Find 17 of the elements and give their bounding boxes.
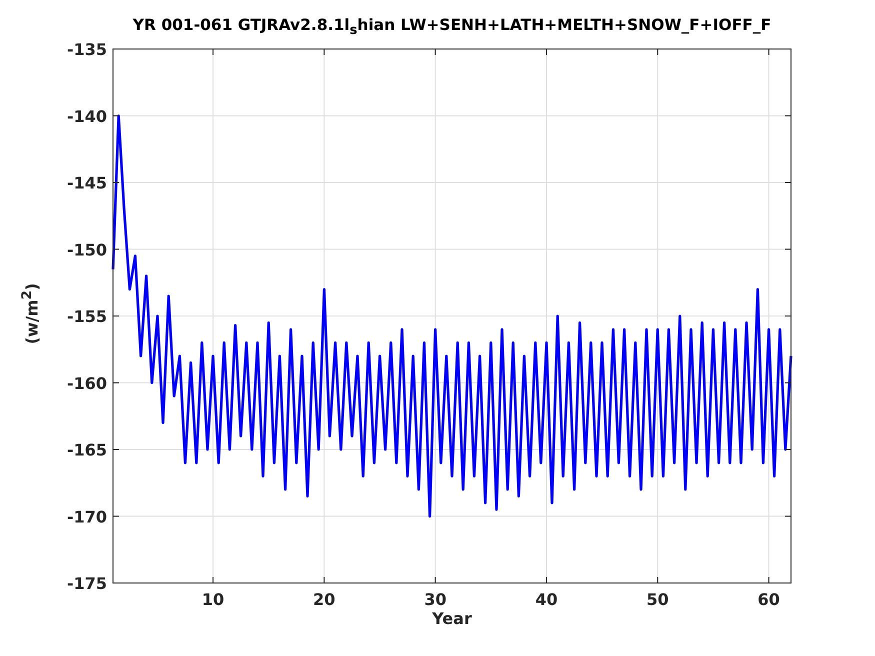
x-tick-label: 20 — [313, 590, 336, 609]
x-tick-label: 50 — [646, 590, 669, 609]
y-tick-label: -150 — [66, 240, 107, 260]
y-tick-label: -170 — [66, 507, 107, 526]
x-tick-label: 40 — [535, 590, 558, 609]
x-tick-label: 60 — [758, 590, 780, 609]
y-tick-label: -165 — [66, 440, 107, 460]
y-tick-label: -145 — [66, 174, 107, 192]
y-tick-label: -135 — [66, 40, 107, 59]
x-axis-label: Year — [432, 609, 472, 628]
y-tick-label: -155 — [66, 307, 107, 326]
x-tick-label: 30 — [424, 590, 446, 609]
chart-title: YR 001-061 GTJRAv2.8.1l$_{s}$hian LW+SENH+LATH+MELTH+SNOW_F+IOFF_F — [132, 16, 772, 40]
y-tick-label: -175 — [66, 574, 107, 593]
y-tick-label: -160 — [66, 374, 107, 393]
y-tick-label: -140 — [66, 106, 107, 126]
x-tick-label: 10 — [202, 590, 224, 609]
